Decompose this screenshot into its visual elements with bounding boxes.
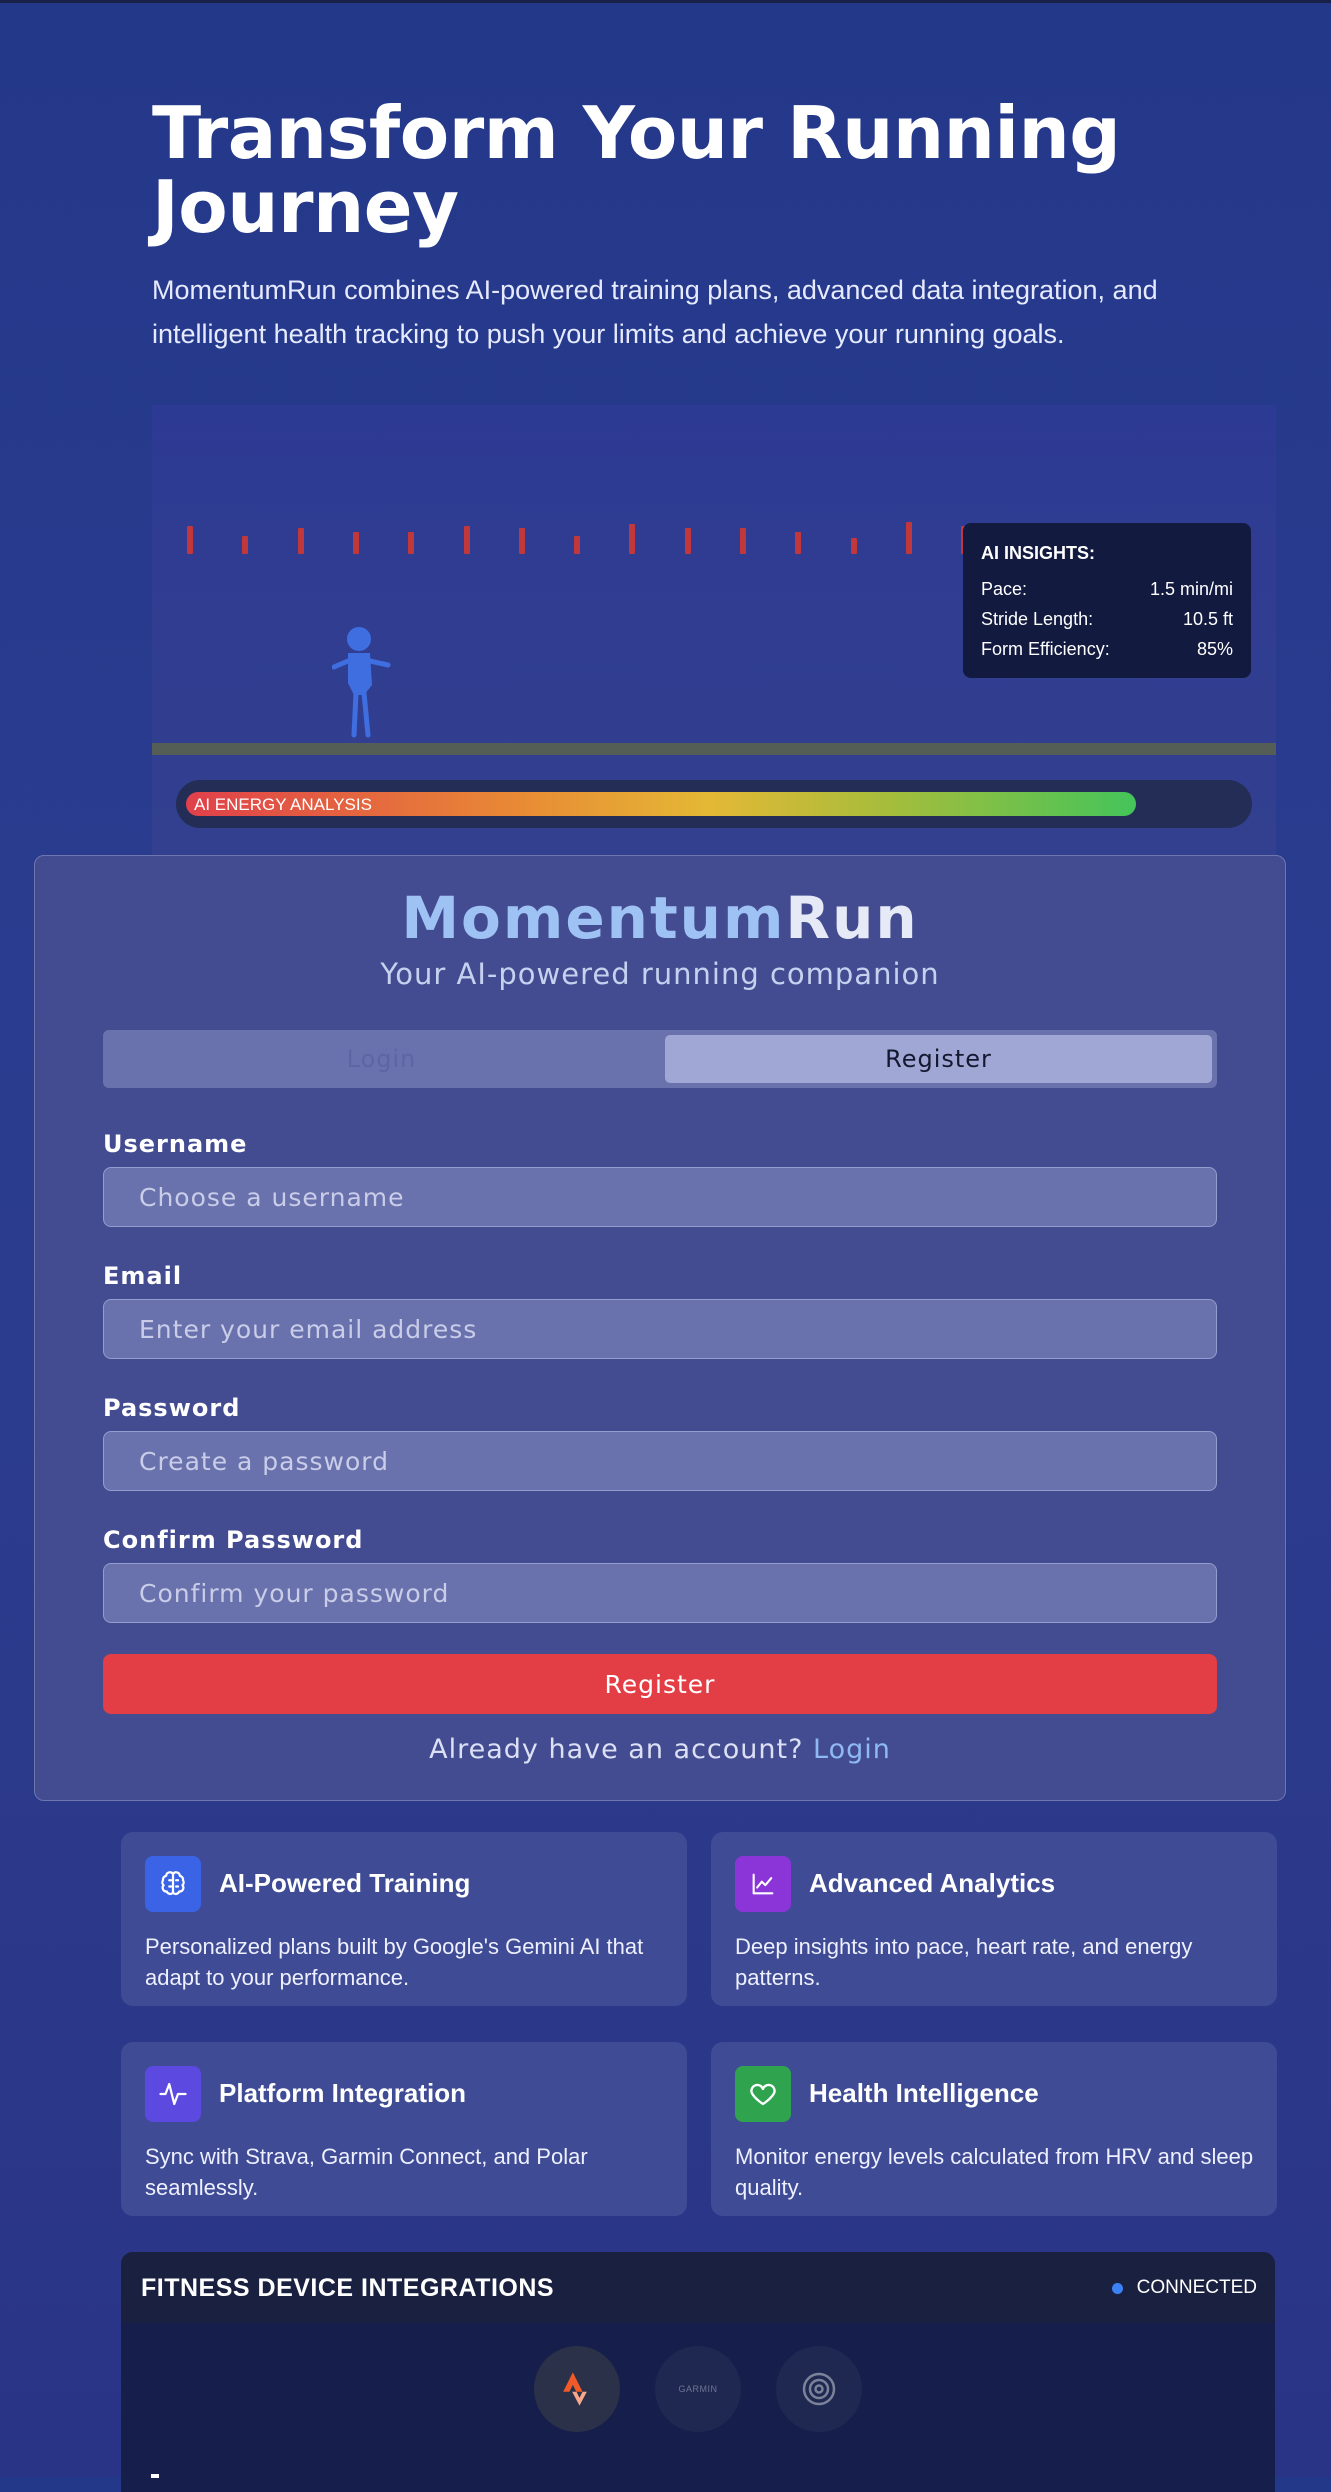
device-integrations-panel: FITNESS DEVICE INTEGRATIONS CONNECTED GA… <box>121 2252 1275 2492</box>
tab-register[interactable]: Register <box>665 1035 1212 1083</box>
confirm-password-label: Confirm Password <box>103 1526 364 1554</box>
feature-card-ai-training: AI-Powered Training Personalized plans b… <box>121 1832 687 2006</box>
email-field[interactable] <box>103 1299 1217 1359</box>
stride-marker <box>463 526 470 554</box>
feature-description: Personalized plans built by Google's Gem… <box>145 1934 644 1990</box>
auth-tabs: Login Register <box>103 1030 1217 1088</box>
activity-icon <box>145 2066 201 2122</box>
confirm-password-field[interactable] <box>103 1563 1217 1623</box>
device-panel-title: FITNESS DEVICE INTEGRATIONS <box>141 2274 555 2302</box>
feature-title: Platform Integration <box>219 2078 467 2108</box>
login-link[interactable]: Login <box>813 1734 891 1765</box>
insight-label: Form Efficiency: <box>981 639 1110 659</box>
email-label: Email <box>103 1262 183 1290</box>
feature-title: Advanced Analytics <box>809 1868 1056 1898</box>
feature-title: Health Intelligence <box>809 2078 1039 2108</box>
auth-panel: MomentumRun Your AI-powered running comp… <box>34 855 1286 1801</box>
password-field[interactable] <box>103 1431 1217 1491</box>
stride-marker <box>905 522 912 554</box>
ground-track <box>152 743 1276 755</box>
switch-to-login: Already have an account? Login <box>35 1734 1285 1765</box>
polar-icon[interactable] <box>776 2346 862 2432</box>
username-field[interactable] <box>103 1167 1217 1227</box>
insights-title: AI INSIGHTS: <box>981 543 1096 563</box>
insight-row-form: Form Efficiency: 85% <box>981 634 1233 664</box>
stride-marker <box>629 524 636 554</box>
stride-marker <box>740 528 746 554</box>
chart-line-icon <box>735 1856 791 1912</box>
insight-row-stride: Stride Length: 10.5 ft <box>981 604 1233 634</box>
password-label: Password <box>103 1394 241 1422</box>
stride-marker <box>352 532 359 554</box>
stride-marker <box>684 528 691 554</box>
running-visualization: AI INSIGHTS: Pace: 1.5 min/mi Stride Len… <box>152 405 1276 855</box>
register-button[interactable]: Register <box>103 1654 1217 1714</box>
garmin-icon[interactable]: GARMIN <box>655 2346 741 2432</box>
stride-marker <box>408 532 415 554</box>
tab-login[interactable]: Login <box>108 1035 655 1083</box>
feature-description: Monitor energy levels calculated from HR… <box>735 2144 1254 2200</box>
feature-card-health: Health Intelligence Monitor energy level… <box>711 2042 1277 2216</box>
username-label: Username <box>103 1130 248 1158</box>
garmin-logo-text: GARMIN <box>678 2384 718 2394</box>
stride-marker <box>518 528 525 554</box>
brand-part-momentum: Momentum <box>401 884 786 952</box>
brain-icon <box>145 1856 201 1912</box>
feature-title: AI-Powered Training <box>219 1868 471 1898</box>
feature-description: Sync with Strava, Garmin Connect, and Po… <box>145 2144 588 2200</box>
feature-card-analytics: Advanced Analytics Deep insights into pa… <box>711 1832 1277 2006</box>
stride-marker <box>850 538 857 554</box>
energy-label: AI ENERGY ANALYSIS <box>194 795 372 814</box>
insight-value: 85% <box>1196 639 1233 659</box>
ai-insights-panel: AI INSIGHTS: Pace: 1.5 min/mi Stride Len… <box>963 523 1251 678</box>
brand-part-run: Run <box>785 884 919 952</box>
stride-marker <box>297 528 304 554</box>
insight-label: Pace: <box>981 579 1028 599</box>
stride-marker <box>242 536 249 554</box>
status-text: CONNECTED <box>1136 2277 1257 2298</box>
stride-marker <box>187 526 193 554</box>
insight-value: 1.5 min/mi <box>1149 579 1233 599</box>
hero-title: Transform Your Running Journey <box>152 91 1121 249</box>
insight-row-pace: Pace: 1.5 min/mi <box>981 574 1233 604</box>
switch-text: Already have an account? <box>429 1734 804 1765</box>
stride-marker <box>795 532 802 554</box>
insight-value: 10.5 ft <box>1182 609 1233 629</box>
hero-subtitle: MomentumRun combines AI-powered training… <box>152 275 1158 349</box>
brand-logo: MomentumRun <box>35 886 1285 950</box>
panel-content-start <box>151 2474 159 2478</box>
insight-label: Stride Length: <box>981 609 1094 629</box>
feature-description: Deep insights into pace, heart rate, and… <box>735 1934 1193 1990</box>
top-border <box>0 0 1331 3</box>
energy-analysis-bar: AI ENERGY ANALYSIS <box>176 780 1252 828</box>
feature-card-integration: Platform Integration Sync with Strava, G… <box>121 2042 687 2216</box>
connection-status: CONNECTED <box>1111 2277 1257 2299</box>
heart-icon <box>735 2066 791 2122</box>
status-dot-icon <box>1111 2282 1123 2294</box>
strava-icon[interactable] <box>534 2346 620 2432</box>
tagline: Your AI-powered running companion <box>380 957 940 991</box>
stride-marker <box>574 536 581 554</box>
runner-figure <box>332 627 391 738</box>
